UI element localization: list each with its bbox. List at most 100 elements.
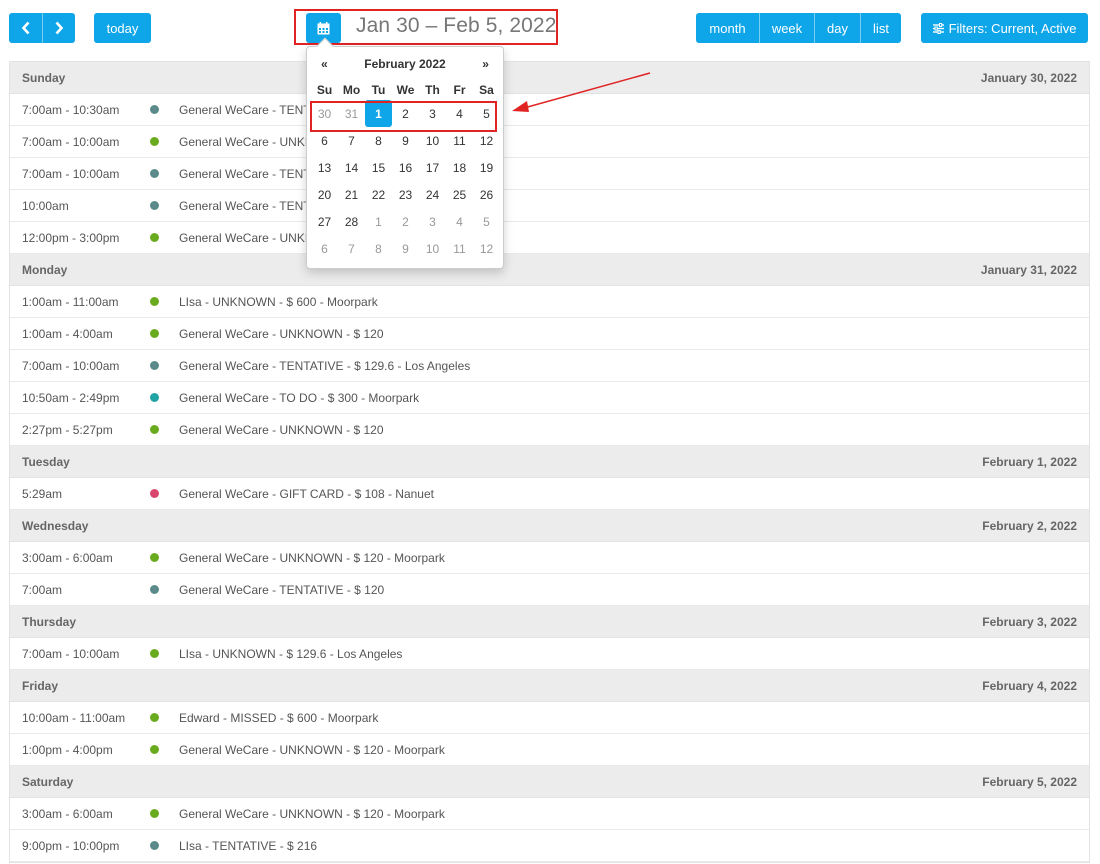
datepicker-day[interactable]: 24 — [419, 181, 446, 208]
event-row[interactable]: 10:50am - 2:49pm General WeCare - TO DO -… — [10, 382, 1089, 414]
day-header: Friday February 4, 2022 — [10, 670, 1089, 702]
datepicker-day[interactable]: 2 — [392, 208, 419, 235]
day-name[interactable]: Wednesday — [22, 519, 88, 533]
event-row[interactable]: 1:00pm - 4:00pm General WeCare - UNKNOWN … — [10, 734, 1089, 766]
datepicker-day[interactable]: 17 — [419, 154, 446, 181]
event-dot-cell — [140, 809, 179, 818]
datepicker-day[interactable]: 22 — [365, 181, 392, 208]
event-row[interactable]: 1:00am - 4:00am General WeCare - UNKNOWN … — [10, 318, 1089, 350]
day-date[interactable]: January 31, 2022 — [981, 263, 1077, 277]
event-title[interactable]: LIsa - TENTATIVE - $ 216 — [179, 839, 317, 853]
today-button[interactable]: today — [94, 13, 151, 43]
prev-button[interactable] — [9, 13, 42, 43]
event-row[interactable]: 5:29am General WeCare - GIFT CARD - $ 108… — [10, 478, 1089, 510]
datepicker-day[interactable]: 19 — [473, 154, 500, 181]
datepicker-day[interactable]: 20 — [311, 181, 338, 208]
datepicker-header: « February 2022 » — [311, 55, 499, 73]
datepicker-day[interactable]: 23 — [392, 181, 419, 208]
event-row[interactable]: 7:00am - 10:00am General WeCare - TENTATI… — [10, 350, 1089, 382]
event-row[interactable]: 7:00am - 10:00am General WeCare - UNKNOWN — [10, 126, 1089, 158]
view-list-button[interactable]: list — [861, 13, 901, 43]
event-title[interactable]: General WeCare - TO DO - $ 300 - Moorpar… — [179, 391, 419, 405]
datepicker-day[interactable]: 15 — [365, 154, 392, 181]
event-title[interactable]: General WeCare - TENTATIVE - $ 129.6 - L… — [179, 359, 470, 373]
event-row[interactable]: 12:00pm - 3:00pm General WeCare - UNKNOWN — [10, 222, 1089, 254]
day-name[interactable]: Tuesday — [22, 455, 70, 469]
datepicker-day[interactable]: 10 — [419, 235, 446, 262]
day-header: Thursday February 3, 2022 — [10, 606, 1089, 638]
day-name[interactable]: Saturday — [22, 775, 73, 789]
status-dot-icon — [150, 233, 159, 242]
datepicker-dow: Th — [425, 83, 440, 97]
datepicker-next-button[interactable]: » — [472, 57, 499, 71]
filters-button[interactable]: Filters: Current, Active — [921, 13, 1088, 43]
status-dot-icon — [150, 297, 159, 306]
datepicker-day[interactable]: 9 — [392, 235, 419, 262]
event-row[interactable]: 7:00am General WeCare - TENTATIVE - $ 120 — [10, 574, 1089, 606]
event-row[interactable]: 10:00am General WeCare - TENTATIVE — [10, 190, 1089, 222]
event-row[interactable]: 10:00am - 11:00am Edward - MISSED - $ 600… — [10, 702, 1089, 734]
event-title[interactable]: General WeCare - UNKNOWN - $ 120 - Moorp… — [179, 743, 445, 757]
chevron-left-icon — [21, 21, 29, 35]
datepicker-day[interactable]: 12 — [473, 235, 500, 262]
day-date[interactable]: February 4, 2022 — [982, 679, 1077, 693]
datepicker-day[interactable]: 16 — [392, 154, 419, 181]
datepicker-prev-button[interactable]: « — [311, 57, 338, 71]
view-month-button[interactable]: month — [696, 13, 760, 43]
datepicker-day[interactable]: 1 — [365, 208, 392, 235]
datepicker-day[interactable]: 26 — [473, 181, 500, 208]
datepicker-day[interactable]: 11 — [446, 235, 473, 262]
event-title[interactable]: General WeCare - UNKNOWN - $ 120 — [179, 327, 384, 341]
datepicker-month-label[interactable]: February 2022 — [354, 57, 455, 71]
event-row[interactable]: 1:00am - 11:00am LIsa - UNKNOWN - $ 600 -… — [10, 286, 1089, 318]
event-row[interactable]: 7:00am - 10:00am General WeCare - TENTATI… — [10, 158, 1089, 190]
day-date[interactable]: February 2, 2022 — [982, 519, 1077, 533]
event-row[interactable]: 9:00pm - 10:00pm LIsa - TENTATIVE - $ 216 — [10, 830, 1089, 862]
event-title[interactable]: LIsa - UNKNOWN - $ 600 - Moorpark — [179, 295, 378, 309]
datepicker-day[interactable]: 5 — [473, 208, 500, 235]
datepicker-day[interactable]: 6 — [311, 235, 338, 262]
day-date[interactable]: February 5, 2022 — [982, 775, 1077, 789]
event-row[interactable]: 7:00am - 10:30am General WeCare - TENTATI… — [10, 94, 1089, 126]
status-dot-icon — [150, 361, 159, 370]
day-date[interactable]: February 3, 2022 — [982, 615, 1077, 629]
event-row[interactable]: 7:00am - 10:00am LIsa - UNKNOWN - $ 129.6… — [10, 638, 1089, 670]
event-title[interactable]: LIsa - UNKNOWN - $ 129.6 - Los Angeles — [179, 647, 402, 661]
event-title[interactable]: General WeCare - TENTATIVE - $ 120 — [179, 583, 384, 597]
day-name[interactable]: Sunday — [22, 71, 65, 85]
event-row[interactable]: 3:00am - 6:00am General WeCare - UNKNOWN … — [10, 798, 1089, 830]
event-title[interactable]: General WeCare - UNKNOWN - $ 120 - Moorp… — [179, 807, 445, 821]
datepicker-day[interactable]: 18 — [446, 154, 473, 181]
event-title[interactable]: General WeCare - UNKNOWN - $ 120 — [179, 423, 384, 437]
day-header: Monday January 31, 2022 — [10, 254, 1089, 286]
datepicker-day[interactable]: 21 — [338, 181, 365, 208]
datepicker-day[interactable]: 7 — [338, 235, 365, 262]
datepicker-day[interactable]: 4 — [446, 208, 473, 235]
next-button[interactable] — [42, 13, 75, 43]
event-row[interactable]: 3:00am - 6:00am General WeCare - UNKNOWN … — [10, 542, 1089, 574]
event-title[interactable]: Edward - MISSED - $ 600 - Moorpark — [179, 711, 378, 725]
datepicker-day[interactable]: 14 — [338, 154, 365, 181]
day-date[interactable]: January 30, 2022 — [981, 71, 1077, 85]
view-day-button[interactable]: day — [815, 13, 861, 43]
event-time: 7:00am - 10:00am — [22, 166, 120, 181]
day-header: Sunday January 30, 2022 — [10, 62, 1089, 94]
datepicker-day[interactable]: 13 — [311, 154, 338, 181]
day-name[interactable]: Friday — [22, 679, 58, 693]
datepicker-day[interactable]: 27 — [311, 208, 338, 235]
datepicker-week-row: 20 21 22 23 24 25 26 — [311, 181, 500, 208]
event-title[interactable]: General WeCare - GIFT CARD - $ 108 - Nan… — [179, 487, 434, 501]
datepicker-dow: Fr — [453, 83, 466, 97]
day-name[interactable]: Monday — [22, 263, 67, 277]
view-week-button[interactable]: week — [760, 13, 815, 43]
event-row[interactable]: 2:27pm - 5:27pm General WeCare - UNKNOWN … — [10, 414, 1089, 446]
event-title[interactable]: General WeCare - UNKNOWN - $ 120 - Moorp… — [179, 551, 445, 565]
datepicker-dow: Mo — [342, 83, 361, 97]
datepicker-day[interactable]: 8 — [365, 235, 392, 262]
day-name[interactable]: Thursday — [22, 615, 76, 629]
day-date[interactable]: February 1, 2022 — [982, 455, 1077, 469]
event-dot-cell — [140, 329, 179, 338]
datepicker-day[interactable]: 28 — [338, 208, 365, 235]
datepicker-day[interactable]: 25 — [446, 181, 473, 208]
datepicker-day[interactable]: 3 — [419, 208, 446, 235]
